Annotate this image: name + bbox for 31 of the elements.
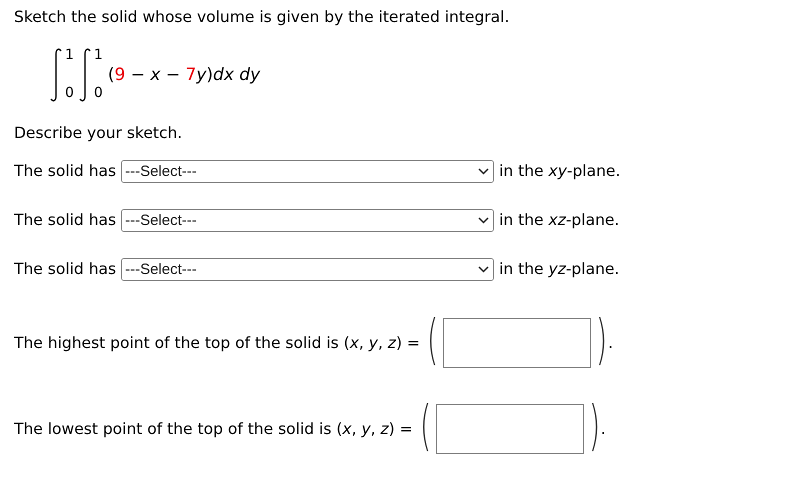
- prompt-text: Sketch the solid whose volume is given by the iterated integral.: [14, 7, 510, 28]
- suffix-text: in the xz-plane.: [499, 211, 620, 229]
- chevron-down-icon: [478, 266, 490, 272]
- question-text: The highest point of the top of the solid is (x, y, z) =: [14, 334, 420, 352]
- question-text: The lowest point of the top of the solid is (x, y, z) =: [14, 420, 413, 438]
- close-parenthesis: ): [596, 313, 608, 367]
- suffix-text: in the xy-plane.: [499, 162, 620, 180]
- period-text: .: [600, 420, 606, 438]
- dropdown-select[interactable]: ---Select---: [121, 258, 494, 280]
- answer-box[interactable]: [442, 318, 591, 368]
- chevron-down-icon: [478, 216, 490, 224]
- open-parenthesis: (: [426, 313, 438, 367]
- integrand-expression: (9 − x − 7y)dx dy: [108, 65, 260, 85]
- suffix-text: in the yz-plane.: [499, 260, 620, 278]
- prefix-text: The solid has: [14, 162, 116, 180]
- integral-sign-icon: [48, 48, 64, 102]
- dropdown-select[interactable]: ---Select---: [121, 208, 494, 232]
- integral-sign-icon: [76, 48, 93, 102]
- prefix-text: The solid has: [14, 260, 116, 278]
- chevron-down-icon: [478, 168, 490, 174]
- upper-limit: 1: [65, 48, 74, 62]
- close-parenthesis: ): [588, 399, 600, 453]
- period-text: .: [608, 334, 613, 352]
- upper-limit: 1: [94, 48, 103, 62]
- prefix-text: The solid has: [14, 211, 116, 229]
- instruction-text: Describe your sketch.: [14, 123, 184, 144]
- dropdown-select[interactable]: ---Select---: [121, 160, 494, 182]
- lower-limit: 0: [94, 86, 103, 100]
- lower-limit: 0: [65, 86, 74, 100]
- answer-box[interactable]: [436, 404, 584, 454]
- open-parenthesis: (: [419, 399, 431, 453]
